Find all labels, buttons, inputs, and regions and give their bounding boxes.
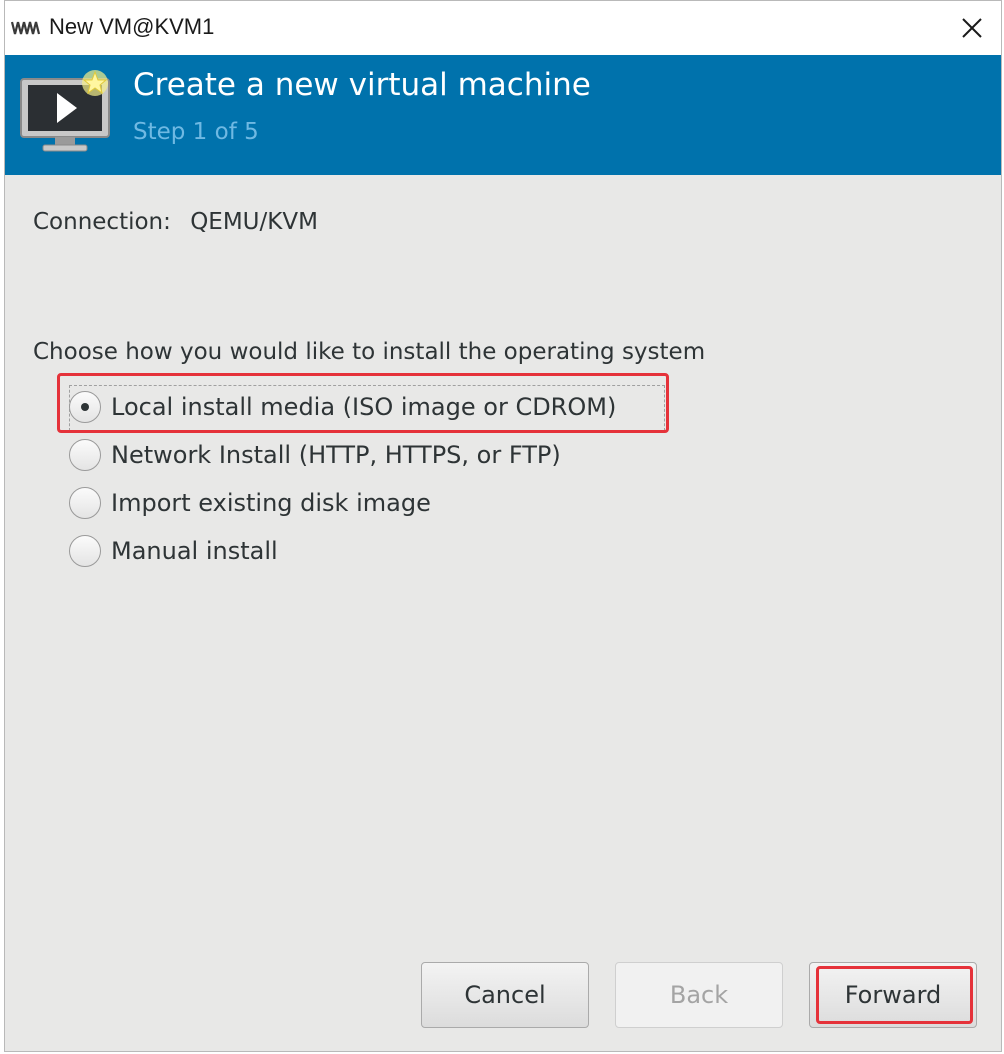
connection-value: QEMU/KVM bbox=[190, 209, 318, 235]
radio-button[interactable] bbox=[69, 487, 101, 519]
radio-label: Import existing disk image bbox=[111, 489, 431, 517]
radio-network-install[interactable]: Network Install (HTTP, HTTPS, or FTP) bbox=[69, 435, 561, 475]
connection-label: Connection: bbox=[33, 209, 171, 235]
window-title: New VM@KVM1 bbox=[49, 14, 215, 39]
radio-manual-install[interactable]: Manual install bbox=[69, 531, 278, 571]
new-vm-monitor-icon bbox=[20, 70, 110, 152]
radio-button[interactable] bbox=[69, 439, 101, 471]
connection-info: Connection: QEMU/KVM bbox=[33, 209, 318, 235]
banner-title: Create a new virtual machine bbox=[133, 67, 591, 103]
close-icon[interactable] bbox=[957, 13, 987, 43]
back-button[interactable]: Back bbox=[615, 962, 783, 1028]
radio-label: Manual install bbox=[111, 537, 278, 565]
forward-button[interactable]: Forward bbox=[809, 962, 977, 1028]
radio-label: Local install media (ISO image or CDROM) bbox=[111, 393, 617, 421]
header-banner: Create a new virtual machine Step 1 of 5 bbox=[5, 55, 1001, 175]
radio-label: Network Install (HTTP, HTTPS, or FTP) bbox=[111, 441, 561, 469]
cancel-button[interactable]: Cancel bbox=[421, 962, 589, 1028]
radio-button[interactable] bbox=[69, 535, 101, 567]
step-indicator: Step 1 of 5 bbox=[133, 119, 259, 145]
install-method-prompt: Choose how you would like to install the… bbox=[33, 339, 706, 365]
radio-button-checked[interactable] bbox=[69, 391, 101, 423]
radio-local-install-media[interactable]: Local install media (ISO image or CDROM) bbox=[69, 387, 616, 427]
new-vm-dialog: New VM@KVM1 Create a new virtual machine… bbox=[4, 0, 1002, 1052]
virt-manager-logo-icon bbox=[11, 21, 43, 35]
title-bar: New VM@KVM1 bbox=[5, 1, 1001, 55]
radio-import-disk-image[interactable]: Import existing disk image bbox=[69, 483, 431, 523]
